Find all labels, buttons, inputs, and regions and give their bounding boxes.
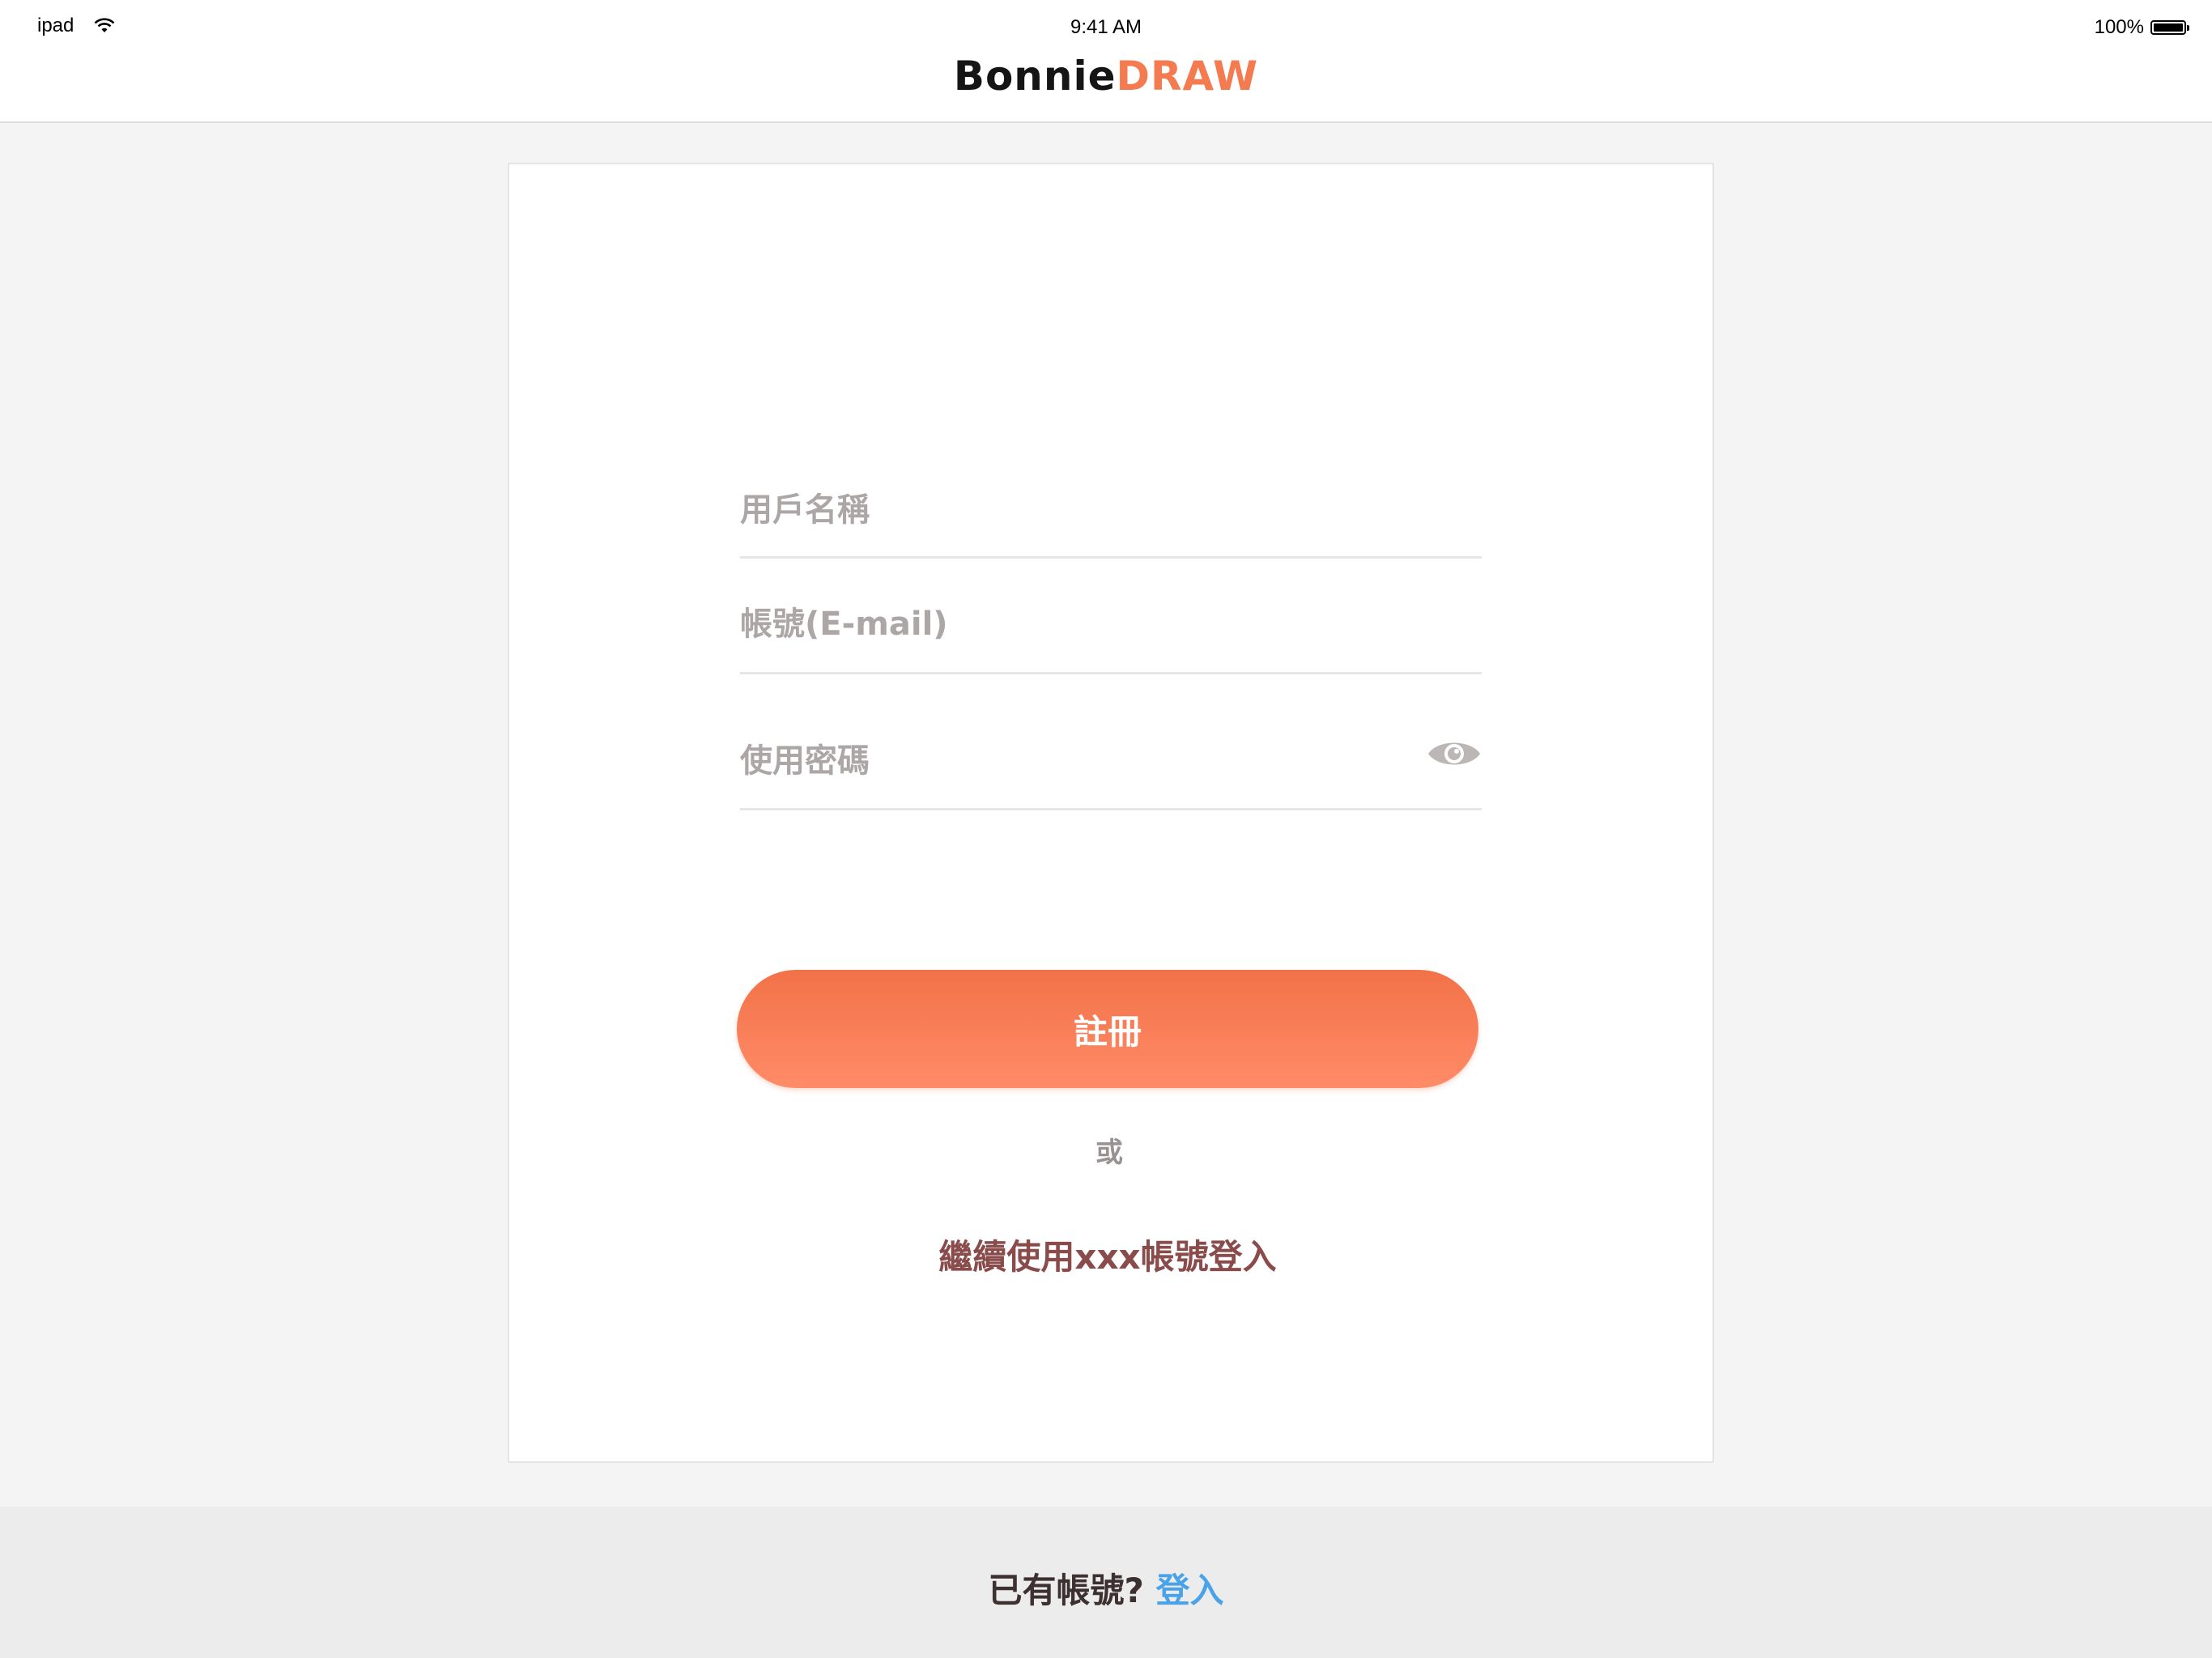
password-input[interactable] [740,737,1404,785]
sso-login-link[interactable]: 繼續使用xxx帳號登入 [506,1230,1709,1279]
footer-question: 已有帳號? [988,1571,1144,1610]
battery-fill [2154,23,2183,32]
status-right: 100% [2094,16,2189,39]
or-divider-text: 或 [1095,1137,1123,1169]
username-field [740,486,1482,559]
status-time: 9:41 AM [1070,16,1142,38]
register-button[interactable]: 註冊 [737,970,1478,1088]
footer-prompt: 已有帳號? 登入 [988,1563,1223,1613]
battery-tip [2187,25,2189,31]
password-field [740,721,1482,810]
email-field [740,600,1482,674]
email-input[interactable] [740,600,1482,648]
eye-icon[interactable] [1427,737,1482,771]
app-logo: BonnieDRAW [954,56,1258,96]
logo-text-bonnie: Bonnie [953,53,1117,100]
logo-text-draw: DRAW [1116,53,1259,100]
footer: 已有帳號? 登入 [0,1507,2212,1658]
username-input[interactable] [740,486,1482,534]
nav-bar: BonnieDRAW [0,56,2212,123]
status-bar: ipad 9:41 AM 100% [0,0,2212,57]
signup-card: 註冊 或 繼續使用xxx帳號登入 [508,163,1714,1463]
login-link[interactable]: 登入 [1155,1571,1223,1610]
battery-percentage: 100% [2094,16,2144,38]
battery-icon [2150,20,2189,35]
